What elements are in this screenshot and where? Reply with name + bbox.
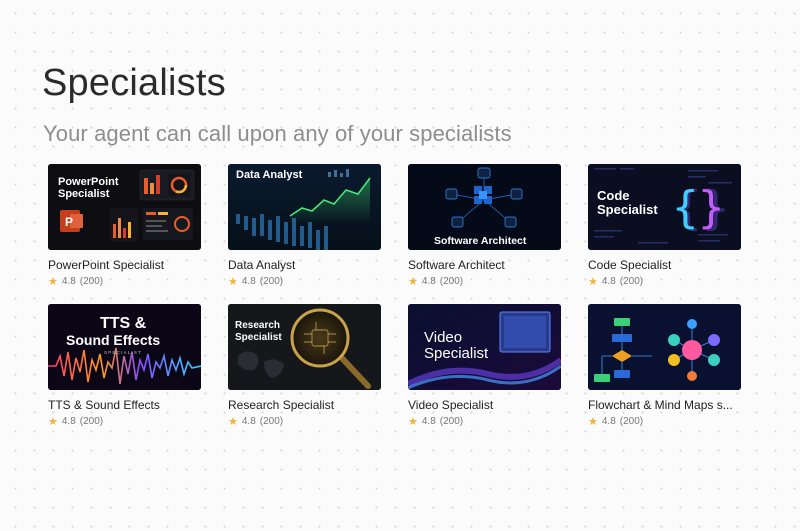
rating-score: 4.8	[601, 276, 616, 287]
rating-count: (200)	[79, 276, 104, 287]
flowchart-thumbnail-art	[588, 304, 741, 390]
rating-count: (200)	[439, 416, 464, 427]
rating-count: (200)	[259, 276, 284, 287]
rating-score: 4.8	[241, 416, 256, 427]
rating-score: 4.8	[421, 276, 436, 287]
specialist-card-code[interactable]: {} { } Code Specialist Code Specialist ★…	[588, 164, 741, 289]
tts-thumbnail-art: TTS & Sound Effects SPECIALIST	[48, 304, 201, 390]
rating-score: 4.8	[61, 416, 76, 427]
star-icon: ★	[228, 416, 238, 428]
specialist-rating: ★ 4.8 (200)	[408, 275, 561, 289]
star-icon: ★	[408, 416, 418, 428]
specialist-rating: ★ 4.8 (200)	[228, 415, 381, 429]
rating-count: (200)	[619, 276, 644, 287]
video-thumbnail-art: Video Specialist	[408, 304, 561, 390]
specialist-rating: ★ 4.8 (200)	[48, 415, 201, 429]
specialist-thumbnail: P PowerPoint Specialist	[48, 164, 201, 250]
specialist-thumbnail: Software Architect	[408, 164, 561, 250]
specialist-rating: ★ 4.8 (200)	[588, 415, 741, 429]
specialist-thumbnail: Data Analyst	[228, 164, 381, 250]
specialist-name: Video Specialist	[408, 398, 494, 412]
specialist-rating: ★ 4.8 (200)	[408, 415, 561, 429]
software-architect-thumbnail-art: Software Architect	[408, 164, 561, 250]
page-title: Specialists	[42, 62, 226, 104]
thumb-title-line2: Specialist	[235, 332, 282, 343]
specialist-thumbnail: Research Specialist	[228, 304, 381, 390]
specialist-rating: ★ 4.8 (200)	[48, 275, 201, 289]
svg-text:}: }	[698, 182, 725, 233]
rating-count: (200)	[79, 416, 104, 427]
specialist-thumbnail: TTS & Sound Effects SPECIALIST	[48, 304, 201, 390]
data-analyst-thumbnail-art: Data Analyst	[228, 164, 381, 250]
rating-score: 4.8	[241, 276, 256, 287]
specialist-thumbnail: {} { } Code Specialist	[588, 164, 741, 250]
specialist-rating: ★ 4.8 (200)	[228, 275, 381, 289]
research-thumbnail-art: Research Specialist	[228, 304, 381, 390]
specialist-card-powerpoint[interactable]: P PowerPoint Specialist PowerPoint Speci…	[48, 164, 201, 289]
specialist-card-flowchart[interactable]: Flowchart & Mind Maps s... ★ 4.8 (200)	[588, 304, 741, 429]
thumb-title: Data Analyst	[236, 169, 303, 181]
thumb-title-line1: Research	[235, 320, 280, 331]
code-specialist-thumbnail-art: {} { } Code Specialist	[588, 164, 741, 250]
specialist-card-tts[interactable]: TTS & Sound Effects SPECIALIST TTS & Sou…	[48, 304, 201, 429]
rating-score: 4.8	[61, 276, 76, 287]
specialist-name: TTS & Sound Effects	[48, 398, 160, 412]
rating-count: (200)	[259, 416, 284, 427]
star-icon: ★	[48, 416, 58, 428]
thumb-title-line1: TTS &	[100, 315, 147, 332]
specialist-name: PowerPoint Specialist	[48, 258, 165, 272]
star-icon: ★	[228, 276, 238, 288]
specialist-name: Data Analyst	[228, 258, 296, 272]
rating-score: 4.8	[601, 416, 616, 427]
thumb-title-line2: Specialist	[597, 202, 658, 217]
specialist-name: Flowchart & Mind Maps s...	[588, 398, 733, 412]
specialist-card-video[interactable]: Video Specialist Video Specialist ★ 4.8 …	[408, 304, 561, 429]
thumb-title-line1: Code	[597, 188, 630, 203]
thumb-title-line2: Specialist	[424, 345, 489, 362]
specialist-thumbnail	[588, 304, 741, 390]
rating-count: (200)	[439, 276, 464, 287]
powerpoint-thumbnail-art: P PowerPoint Specialist	[48, 164, 201, 250]
specialists-grid: P PowerPoint Specialist PowerPoint Speci…	[48, 164, 741, 429]
thumb-title: Software Architect	[434, 235, 527, 247]
specialist-card-data-analyst[interactable]: Data Analyst Data Analyst ★ 4.8 (200)	[228, 164, 381, 289]
svg-text:SPECIALIST: SPECIALIST	[104, 350, 142, 355]
star-icon: ★	[408, 276, 418, 288]
star-icon: ★	[588, 276, 598, 288]
specialist-thumbnail: Video Specialist	[408, 304, 561, 390]
page-subtitle: Your agent can call upon any of your spe…	[43, 121, 512, 146]
thumb-title-line2: Specialist	[58, 188, 110, 200]
star-icon: ★	[48, 276, 58, 288]
rating-score: 4.8	[421, 416, 436, 427]
specialist-card-software-architect[interactable]: Software Architect Software Architect ★ …	[408, 164, 561, 289]
svg-text:P: P	[65, 215, 73, 229]
specialist-rating: ★ 4.8 (200)	[588, 275, 741, 289]
svg-text:{: {	[672, 182, 699, 233]
specialist-name: Software Architect	[408, 258, 505, 272]
rating-count: (200)	[619, 416, 644, 427]
star-icon: ★	[588, 416, 598, 428]
thumb-title-line2: Sound Effects	[66, 332, 160, 348]
specialist-card-research[interactable]: Research Specialist Research Specialist …	[228, 304, 381, 429]
specialist-name: Code Specialist	[588, 258, 672, 272]
specialist-name: Research Specialist	[228, 398, 335, 412]
thumb-title-line1: Video	[424, 329, 462, 346]
thumb-title-line1: PowerPoint	[58, 176, 119, 188]
